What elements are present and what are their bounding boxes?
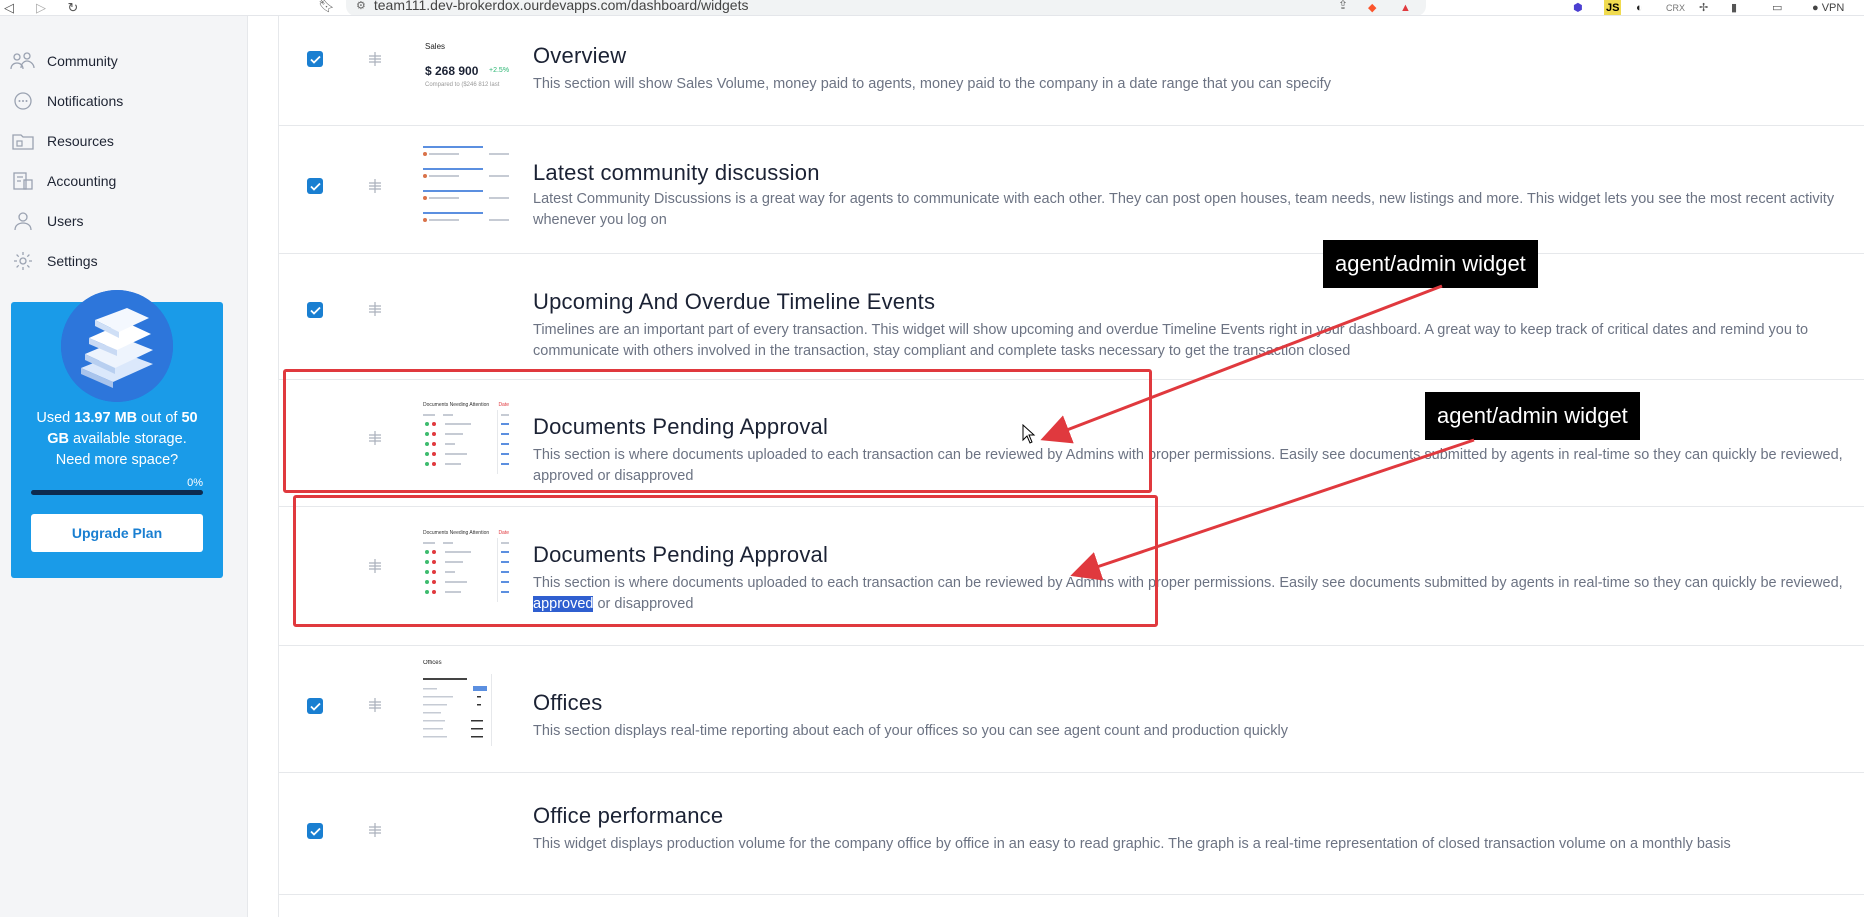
annotation-box [293,495,1158,627]
widget-row: Office performance This widget displays … [279,773,1864,895]
js-badge[interactable]: JS [1604,0,1622,15]
widget-checkbox[interactable] [307,302,323,318]
sidebar-item-label: Settings [47,253,98,269]
annotation-callout: agent/admin widget [1323,240,1538,288]
browser-toolbar: ◁ ▷ ↻ 🔖︎ ⚙ team111.dev-brokerdox.ourdeva… [0,0,1864,16]
sidebar-item-label: Users [47,213,84,229]
extension-icon[interactable]: ◐ [1636,0,1643,15]
mouse-cursor-icon [1022,424,1036,444]
thumb-sales-value: $ 268 900 [425,64,479,78]
widget-title: Office performance [533,803,724,828]
widget-description: Timelines are an important part of every… [533,322,1809,359]
community-icon [10,51,36,71]
widget-description: Latest Community Discussions is a great … [533,191,1835,228]
drag-handle-icon[interactable] [367,52,383,66]
sidebar-item-community[interactable]: Community [10,49,118,73]
widget-description: This widget displays production volume f… [533,836,1731,852]
sidebar-item-label: Accounting [47,173,117,189]
forward-icon[interactable]: ▷ [32,0,50,15]
storage-percent: 0% [187,477,203,489]
storage-middle: out of [137,410,182,426]
address-bar[interactable]: ⚙ team111.dev-brokerdox.ourdevapps.com/d… [346,0,1426,15]
widget-thumbnail [419,142,513,234]
sidebar-item-label: Resources [47,133,114,149]
accounting-icon [10,171,36,191]
widget-title: Offices [533,690,603,715]
thumb-sales-change: +2.5% [489,67,510,74]
widget-row: Upcoming And Overdue Timeline Events Tim… [279,254,1864,380]
widget-checkbox[interactable] [307,698,323,714]
widget-thumbnail: Sales $ 268 900 +2.5% Compared to ($246 … [419,30,513,114]
storage-prefix: Used [36,410,75,426]
storage-progress-bar [31,490,203,495]
thumb-sales-compare: Compared to ($246 812 last [425,82,500,88]
drag-handle-icon[interactable] [367,179,383,193]
storage-suffix: available storage. [69,431,187,447]
storage-used: 13.97 MB [74,410,138,426]
widget-title: Upcoming And Overdue Timeline Events [533,289,936,314]
sidebar-item-accounting[interactable]: Accounting [10,169,116,193]
widget-checkbox[interactable] [307,823,323,839]
widget-row: Sales $ 268 900 +2.5% Compared to ($246 … [279,16,1864,126]
annotation-callout: agent/admin widget [1425,392,1640,440]
storage-illustration [61,290,173,402]
widget-checkbox[interactable] [307,51,323,67]
widget-thumbnail: Offices [419,660,513,752]
drag-handle-icon[interactable] [367,823,383,837]
sidebar-item-settings[interactable]: Settings [10,249,98,273]
sidebar-item-notifications[interactable]: Notifications [10,89,123,113]
settings-icon [10,251,36,271]
upgrade-plan-button[interactable]: Upgrade Plan [31,514,203,552]
drag-handle-icon[interactable] [367,698,383,712]
share-icon[interactable]: ⇪ [1338,0,1348,12]
widget-row: Offices Offices This section displays re… [279,646,1864,773]
extension-icon[interactable]: ⬢ [1573,0,1583,15]
rewards-icon[interactable]: ▲ [1400,0,1411,15]
thumb-sales-label: Sales [425,42,446,51]
crx-badge[interactable]: CRX [1666,0,1685,15]
sidebar-item-label: Community [47,53,118,69]
users-icon [10,211,36,231]
widget-checkbox[interactable] [307,178,323,194]
storage-card: Used 13.97 MB out of 50 GB available sto… [11,290,223,578]
site-info-icon[interactable]: ⚙ [356,0,366,12]
sidebar-item-label: Notifications [47,93,124,109]
resources-icon [10,131,36,151]
bookmark-icon[interactable]: 🔖︎ [318,0,335,14]
storage-usage-text: Used 13.97 MB out of 50 GB available sto… [27,408,207,471]
wallet-icon[interactable]: ▭ [1772,0,1782,15]
back-icon[interactable]: ◁ [0,0,18,15]
widget-title: Latest community discussion [533,160,820,185]
vpn-button[interactable]: ● VPN [1812,0,1845,15]
widget-description: This section will show Sales Volume, mon… [533,76,1331,92]
sidebar: Community Notifications Resources Accoun… [0,16,248,917]
sidebar-item-users[interactable]: Users [10,209,84,233]
sidebar-item-resources[interactable]: Resources [10,129,114,153]
reload-icon[interactable]: ↻ [64,0,82,15]
widget-description: This section displays real-time reportin… [533,723,1288,739]
sidebar-toggle-icon[interactable]: ▮ [1731,0,1737,15]
widget-row: Latest community discussion Latest Commu… [279,126,1864,254]
need-more-space-text: Need more space? [55,452,179,468]
url-text: team111.dev-brokerdox.ourdevapps.com/das… [373,0,749,13]
drag-handle-icon[interactable] [367,302,383,316]
notifications-icon [10,91,36,111]
widget-title: Overview [533,43,627,68]
puzzle-icon[interactable]: ✢ [1699,0,1708,15]
brave-icon[interactable]: ◆ [1368,0,1376,15]
vpn-label: VPN [1821,2,1845,14]
